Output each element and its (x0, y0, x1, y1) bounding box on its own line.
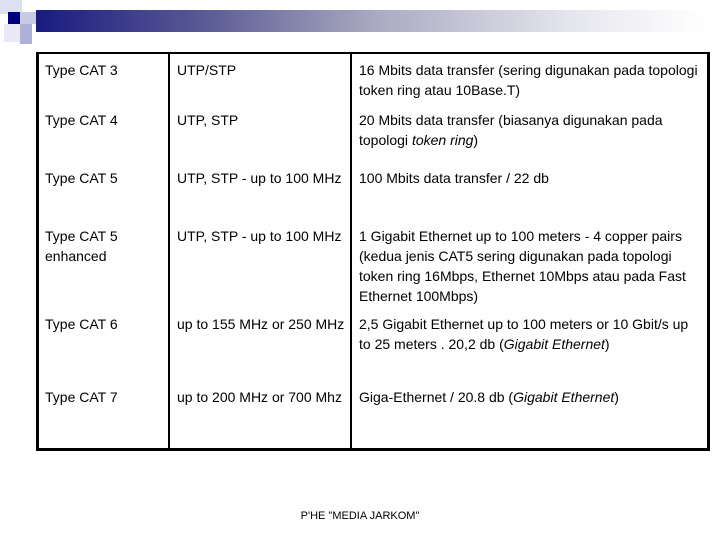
header-gradient-bar (36, 10, 706, 32)
cell-desc: 1 Gigabit Ethernet up to 100 meters - 4 … (359, 228, 686, 304)
footer-text: P'HE "MEDIA JARKOM" (300, 510, 420, 522)
cell-media: UTP/STP (177, 62, 237, 78)
cell-desc: 16 Mbits data transfer (sering digunakan… (359, 62, 698, 98)
cell-desc: Giga-Ethernet / 20.8 db (Gigabit Etherne… (359, 389, 619, 405)
cell-media: UTP, STP - up to 100 MHz (177, 228, 342, 244)
cell-media: up to 155 MHz or 250 MHz (177, 316, 345, 332)
cell-type: Type CAT 7 (45, 389, 118, 405)
decor-square (4, 24, 20, 42)
cell-media: UTP, STP - up to 100 MHz (177, 170, 342, 186)
column-divider (350, 54, 352, 448)
decor-square (8, 12, 20, 24)
cell-desc: 100 Mbits data transfer / 22 db (359, 170, 549, 186)
cell-media: up to 200 MHz or 700 Mhz (177, 389, 342, 405)
cable-table: Type CAT 3 UTP/STP 16 Mbits data transfer … (36, 52, 710, 451)
cell-type: Type CAT 6 (45, 316, 118, 332)
decor-square (20, 24, 32, 44)
cell-type: Type CAT 5 (45, 170, 118, 186)
cell-type: Type CAT 4 (45, 112, 118, 128)
cell-media: UTP, STP (177, 112, 239, 128)
cell-type: Type CAT 5 enhanced (45, 228, 118, 264)
column-divider (168, 54, 170, 448)
cell-desc: 20 Mbits data transfer (biasanya digunak… (359, 112, 663, 148)
cell-type: Type CAT 3 (45, 62, 118, 78)
cell-desc: 2,5 Gigabit Ethernet up to 100 meters or… (359, 316, 689, 352)
decor-square (20, 12, 36, 24)
